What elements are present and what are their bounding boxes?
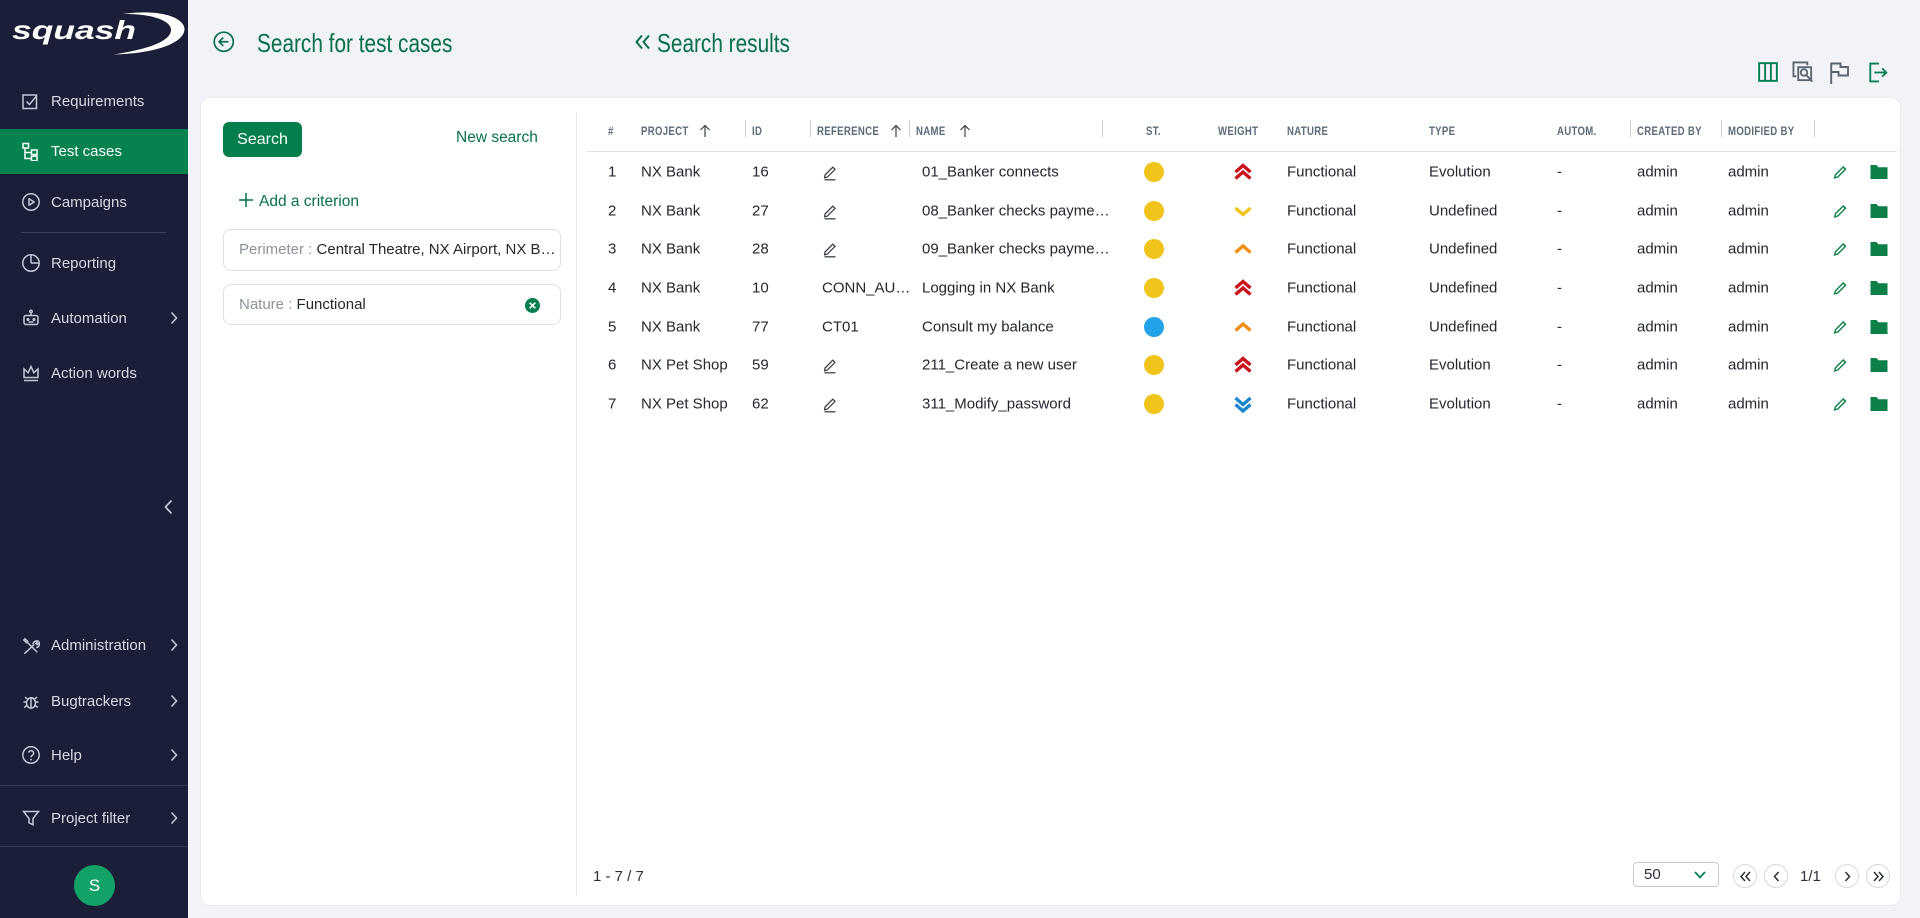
svg-text:squash: squash <box>12 15 136 45</box>
